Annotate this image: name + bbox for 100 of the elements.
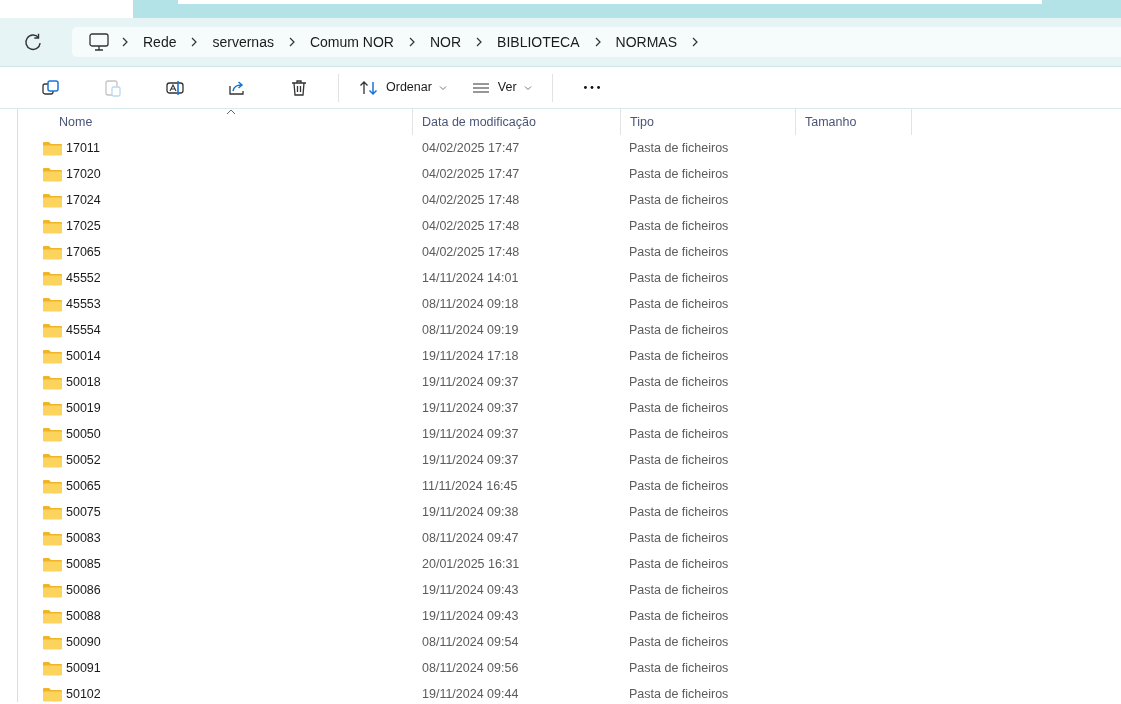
file-type: Pasta de ficheiros [628, 685, 729, 702]
file-name[interactable]: 17025 [66, 216, 101, 236]
file-type: Pasta de ficheiros [628, 581, 729, 599]
modified-date: 04/02/2025 17:48 [421, 243, 521, 261]
file-type: Pasta de ficheiros [628, 477, 729, 495]
breadcrumb-item[interactable]: NORMAS [602, 31, 690, 53]
file-type: Pasta de ficheiros [628, 555, 729, 573]
folder-icon [42, 530, 63, 546]
file-name[interactable]: 50102 [66, 684, 101, 702]
breadcrumb-item[interactable]: Rede [130, 31, 190, 53]
file-type: Pasta de ficheiros [628, 607, 729, 625]
modified-date: 08/11/2024 09:47 [421, 529, 520, 547]
modified-date: 19/11/2024 09:38 [421, 503, 520, 521]
chevron-icon[interactable] [120, 37, 130, 47]
modified-date: 19/11/2024 09:37 [421, 399, 520, 417]
modified-date: 19/11/2024 09:43 [421, 607, 520, 625]
folder-icon [42, 270, 63, 286]
file-name[interactable]: 50075 [66, 502, 101, 522]
file-type: Pasta de ficheiros [628, 321, 729, 339]
breadcrumb-item[interactable]: Comum NOR [296, 31, 407, 53]
computer-icon [88, 32, 110, 52]
folder-icon [42, 660, 63, 676]
breadcrumb-item[interactable]: BIBLIOTECA [484, 31, 593, 53]
folder-icon [42, 426, 63, 442]
modified-date: 08/11/2024 09:56 [421, 659, 520, 677]
modified-date: 04/02/2025 17:48 [421, 191, 521, 209]
file-name[interactable]: 50052 [66, 450, 101, 470]
modified-date: 08/11/2024 09:19 [421, 321, 520, 339]
folder-icon [42, 400, 63, 416]
folder-icon [42, 582, 63, 598]
folder-icon [42, 218, 63, 234]
file-name[interactable]: 45553 [66, 294, 101, 314]
file-name[interactable]: 50088 [66, 606, 101, 626]
file-name[interactable]: 50014 [66, 346, 101, 366]
file-type: Pasta de ficheiros [628, 165, 729, 183]
folder-icon [42, 140, 63, 156]
sort-button[interactable]: Ordenar [347, 71, 459, 104]
folder-icon [42, 686, 63, 702]
file-type: Pasta de ficheiros [628, 425, 729, 443]
modified-date: 19/11/2024 09:43 [421, 581, 520, 599]
breadcrumb-item[interactable]: servernas [199, 31, 287, 53]
copy-icon [41, 77, 61, 98]
file-name[interactable]: 50065 [66, 476, 101, 496]
chevron-icon[interactable] [690, 37, 700, 47]
folder-icon [42, 244, 63, 260]
file-type: Pasta de ficheiros [628, 633, 729, 651]
modified-date: 19/11/2024 09:37 [421, 425, 520, 443]
modified-date: 19/11/2024 09:37 [421, 451, 520, 469]
folder-icon [42, 166, 63, 182]
more-icon [583, 86, 600, 89]
file-name[interactable]: 50090 [66, 632, 101, 652]
file-name[interactable]: 50083 [66, 528, 101, 548]
modified-date: 19/11/2024 09:44 [421, 685, 520, 702]
modified-date: 19/11/2024 09:37 [421, 373, 520, 391]
file-type: Pasta de ficheiros [628, 269, 729, 287]
file-name[interactable]: 45552 [66, 268, 101, 288]
column-header[interactable]: Tamanho [796, 109, 912, 135]
breadcrumb-item[interactable]: NOR [416, 31, 475, 53]
modified-date: 19/11/2024 17:18 [421, 347, 520, 365]
file-name[interactable]: 17065 [66, 242, 101, 262]
file-name[interactable]: 50091 [66, 658, 101, 678]
dropdown-icon [523, 84, 532, 91]
folder-icon [42, 374, 63, 390]
folder-icon [42, 504, 63, 520]
file-name[interactable]: 50085 [66, 554, 101, 574]
modified-date: 08/11/2024 09:18 [421, 295, 520, 313]
file-type: Pasta de ficheiros [628, 399, 729, 417]
file-type: Pasta de ficheiros [628, 243, 729, 261]
folder-icon [42, 348, 63, 364]
folder-icon [42, 478, 63, 494]
file-type: Pasta de ficheiros [628, 659, 729, 677]
view-button[interactable]: Ver [458, 71, 544, 104]
file-name[interactable]: 17020 [66, 164, 101, 184]
file-name[interactable]: 50019 [66, 398, 101, 418]
folder-icon [42, 556, 63, 572]
modified-date: 04/02/2025 17:48 [421, 217, 521, 235]
file-name[interactable]: 50086 [66, 580, 101, 600]
folder-icon [42, 634, 63, 650]
modified-date: 04/02/2025 17:47 [421, 165, 521, 183]
modified-date: 11/11/2024 16:45 [421, 477, 519, 495]
column-header[interactable]: Tipo [621, 109, 796, 135]
column-header[interactable]: Nome [18, 109, 413, 135]
file-name[interactable]: 50050 [66, 424, 101, 444]
delete-icon [289, 77, 309, 98]
file-type: Pasta de ficheiros [628, 451, 729, 469]
file-name[interactable]: 50018 [66, 372, 101, 392]
sort-icon [359, 79, 379, 96]
file-name[interactable]: 17024 [66, 190, 101, 210]
column-header[interactable]: Data de modificação [413, 109, 621, 135]
folder-icon [42, 296, 63, 312]
file-name[interactable]: 45554 [66, 320, 101, 340]
file-type: Pasta de ficheiros [628, 347, 729, 365]
folder-icon [42, 322, 63, 338]
modified-date: 08/11/2024 09:54 [421, 633, 520, 651]
dropdown-icon [438, 84, 447, 91]
refresh-icon[interactable] [22, 31, 44, 53]
file-name[interactable]: 17011 [66, 138, 100, 158]
file-type: Pasta de ficheiros [628, 295, 729, 313]
modified-date: 04/02/2025 17:47 [421, 139, 521, 157]
address-bar[interactable]: Rede servernas Comum NOR NOR BIBLIOTECA NORMAS [72, 27, 1121, 57]
